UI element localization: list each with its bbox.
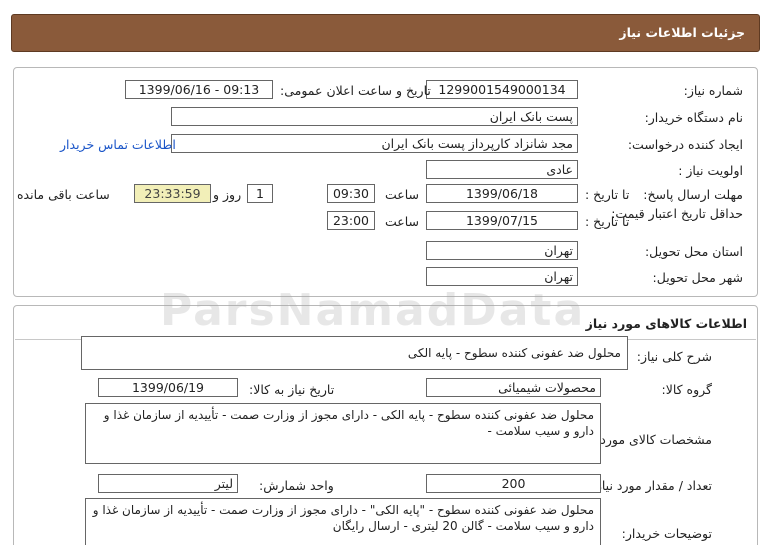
header-bar: جزئیات اطلاعات نیاز: [11, 14, 760, 52]
buyer-label: نام دستگاه خریدار:: [644, 110, 743, 125]
goods-panel: اطلاعات کالاهای مورد نیاز شرح کلی نیاز: …: [13, 305, 758, 545]
deadline-to-date-label: تا تاریخ :: [585, 187, 630, 202]
deadline-date-field: 1399/06/18: [426, 184, 578, 203]
validity-time-label: ساعت: [385, 214, 420, 229]
city-label: شهر محل تحویل:: [652, 270, 743, 285]
deadline-time-label: ساعت: [385, 187, 420, 202]
summary-field: محلول ضد عفونی کننده سطوح - پایه الکی: [81, 336, 628, 370]
remaining-label: ساعت باقی مانده: [17, 187, 110, 202]
need-number-label: شماره نیاز:: [683, 83, 743, 98]
unit-label: واحد شمارش:: [259, 478, 334, 493]
days-label: روز و: [213, 187, 242, 202]
validity-date-field: 1399/07/15: [426, 211, 578, 230]
specs-field: محلول ضد عفونی کننده سطوح - پایه الکی - …: [85, 403, 601, 464]
qty-field: 200: [426, 474, 601, 493]
need-date-label: تاریخ نیاز به کالا:: [249, 382, 335, 397]
qty-label: تعداد / مقدار مورد نیاز:: [591, 478, 712, 493]
remaining-time-field: 23:33:59: [134, 184, 211, 203]
announce-label: تاریخ و ساعت اعلان عمومی:: [280, 83, 431, 98]
need-number-field: 1299001549000134: [426, 80, 578, 99]
province-label: استان محل تحویل:: [644, 244, 743, 259]
province-field: تهران: [426, 241, 578, 260]
desc-field: محلول ضد عفونی کننده سطوح - "پایه الکی" …: [85, 498, 601, 545]
announce-field: 1399/06/16 - 09:13: [125, 80, 273, 99]
creator-field: مجد شانزاد کارپرداز پست بانک ایران: [171, 134, 578, 153]
desc-label: توضیحات خریدار:: [621, 526, 712, 541]
deadline-label: مهلت ارسال پاسخ:: [643, 187, 743, 202]
group-label: گروه کالا:: [661, 382, 712, 397]
buyer-field: پست بانک ایران: [171, 107, 578, 126]
validity-time-field: 23:00: [327, 211, 375, 230]
page-title: جزئیات اطلاعات نیاز: [619, 25, 745, 40]
buyer-contact-link[interactable]: اطلاعات تماس خریدار: [60, 137, 176, 152]
deadline-time-field: 09:30: [327, 184, 375, 203]
creator-label: ایجاد کننده درخواست:: [627, 137, 743, 152]
unit-field: لیتر: [98, 474, 238, 493]
priority-label: اولویت نیاز :: [678, 163, 743, 178]
need-details-panel: شماره نیاز: 1299001549000134 تاریخ و ساع…: [13, 67, 758, 297]
days-field: 1: [247, 184, 273, 203]
need-date-field: 1399/06/19: [98, 378, 238, 397]
goods-section-title: اطلاعات کالاهای مورد نیاز: [585, 316, 747, 331]
validity-to-date-label: تا تاریخ :: [585, 214, 630, 229]
priority-field: عادی: [426, 160, 578, 179]
summary-label: شرح کلی نیاز:: [636, 349, 712, 364]
group-field: محصولات شیمیائی: [426, 378, 601, 397]
city-field: تهران: [426, 267, 578, 286]
